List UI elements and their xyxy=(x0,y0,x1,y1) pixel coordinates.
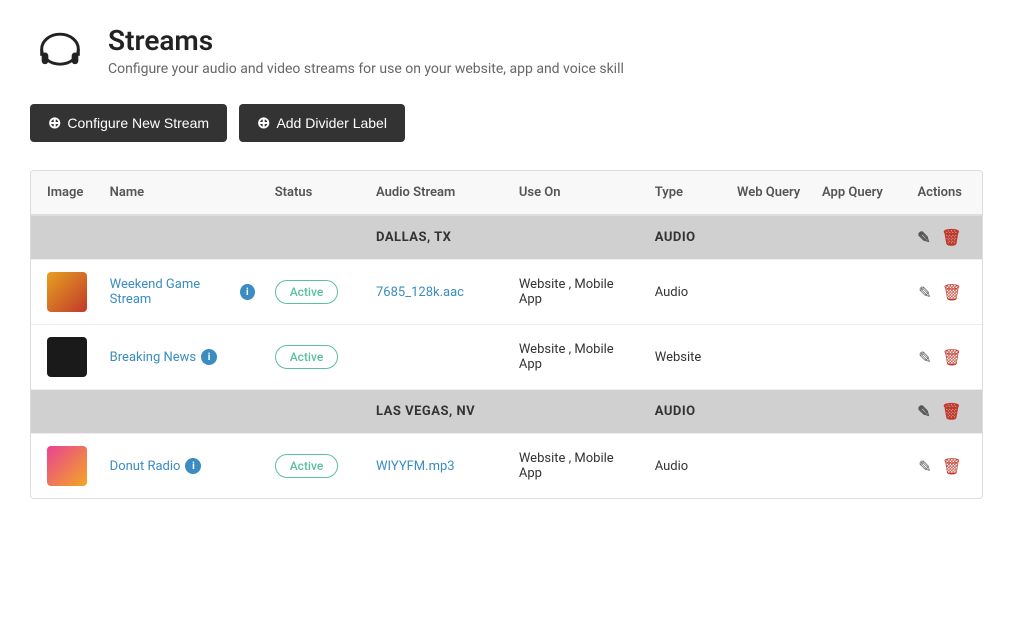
stream-type-cell: Website xyxy=(645,325,727,390)
stream-edit-icon[interactable]: ✎ xyxy=(918,283,931,302)
col-header-image: Image xyxy=(31,171,100,215)
stream-name-link[interactable]: Breaking News i xyxy=(110,349,255,365)
stream-delete-icon[interactable]: 🗑 xyxy=(942,457,962,476)
audio-stream-link[interactable]: WIYYFM.mp3 xyxy=(376,459,455,474)
stream-delete-icon[interactable]: 🗑 xyxy=(942,283,962,302)
stream-name-link[interactable]: Weekend Game Stream i xyxy=(110,277,255,307)
stream-thumbnail-cell xyxy=(31,325,100,390)
table-row: Breaking News i Active Website , Mobile … xyxy=(31,325,982,390)
streams-table: Image Name Status Audio Stream Use On Ty… xyxy=(31,171,982,498)
group-empty xyxy=(100,390,265,434)
col-header-useon: Use On xyxy=(509,171,645,215)
stream-appquery-cell xyxy=(812,260,897,325)
stream-useon-cell: Website , Mobile App xyxy=(509,325,645,390)
group-edit-icon[interactable]: ✎ xyxy=(917,402,931,421)
stream-audio-cell xyxy=(366,325,509,390)
stream-useon-cell: Website , Mobile App xyxy=(509,434,645,499)
group-empty xyxy=(727,215,812,260)
stream-actions-cell: ✎ 🗑 xyxy=(897,434,982,499)
status-badge: Active xyxy=(275,345,339,369)
streams-icon xyxy=(30,20,90,80)
stream-edit-icon[interactable]: ✎ xyxy=(918,457,931,476)
group-actions: ✎ 🗑 xyxy=(897,215,982,260)
header-text: Streams Configure your audio and video s… xyxy=(108,24,624,77)
group-row: LAS VEGAS, NV Audio ✎ 🗑 xyxy=(31,390,982,434)
group-edit-icon[interactable]: ✎ xyxy=(917,228,931,247)
configure-stream-button[interactable]: ⊕ Configure New Stream xyxy=(30,104,227,142)
audio-stream-link[interactable]: 7685_128k.aac xyxy=(376,285,464,300)
table-header-row: Image Name Status Audio Stream Use On Ty… xyxy=(31,171,982,215)
stream-thumbnail xyxy=(47,337,87,377)
group-empty xyxy=(509,215,645,260)
group-empty xyxy=(509,390,645,434)
stream-edit-icon[interactable]: ✎ xyxy=(918,348,931,367)
plus-circle-icon: ⊕ xyxy=(257,113,270,133)
col-header-audio: Audio Stream xyxy=(366,171,509,215)
group-label: LAS VEGAS, NV xyxy=(366,390,509,434)
info-icon[interactable]: i xyxy=(201,349,217,365)
stream-appquery-cell xyxy=(812,434,897,499)
stream-thumbnail xyxy=(47,446,87,486)
stream-webquery-cell xyxy=(727,434,812,499)
col-header-name: Name xyxy=(100,171,265,215)
col-header-actions: Actions xyxy=(897,171,982,215)
col-header-type: Type xyxy=(645,171,727,215)
stream-webquery-cell xyxy=(727,260,812,325)
stream-actions-cell: ✎ 🗑 xyxy=(897,260,982,325)
stream-useon-cell: Website , Mobile App xyxy=(509,260,645,325)
group-type: Audio xyxy=(645,390,727,434)
table-row: Donut Radio i Active WIYYFM.mp3 Website … xyxy=(31,434,982,499)
stream-name-cell: Breaking News i xyxy=(100,325,265,390)
stream-thumbnail-cell xyxy=(31,434,100,499)
col-header-webquery: Web Query xyxy=(727,171,812,215)
stream-thumbnail-cell xyxy=(31,260,100,325)
actions-bar: ⊕ Configure New Stream ⊕ Add Divider Lab… xyxy=(30,104,983,142)
stream-name-cell: Donut Radio i xyxy=(100,434,265,499)
stream-status-cell: Active xyxy=(265,434,366,499)
group-empty xyxy=(265,390,366,434)
page-header: Streams Configure your audio and video s… xyxy=(30,20,983,80)
stream-name-link[interactable]: Donut Radio i xyxy=(110,458,255,474)
stream-webquery-cell xyxy=(727,325,812,390)
group-empty xyxy=(812,215,897,260)
status-badge: Active xyxy=(275,280,339,304)
stream-status-cell: Active xyxy=(265,325,366,390)
stream-actions-cell: ✎ 🗑 xyxy=(897,325,982,390)
stream-audio-cell: 7685_128k.aac xyxy=(366,260,509,325)
group-empty xyxy=(727,390,812,434)
group-actions: ✎ 🗑 xyxy=(897,390,982,434)
group-row: DALLAS, TX Audio ✎ 🗑 xyxy=(31,215,982,260)
col-header-status: Status xyxy=(265,171,366,215)
stream-status-cell: Active xyxy=(265,260,366,325)
info-icon[interactable]: i xyxy=(185,458,201,474)
streams-table-container: Image Name Status Audio Stream Use On Ty… xyxy=(30,170,983,499)
page-title: Streams xyxy=(108,24,624,57)
group-empty xyxy=(265,215,366,260)
group-empty xyxy=(31,390,100,434)
stream-name-cell: Weekend Game Stream i xyxy=(100,260,265,325)
table-row: Weekend Game Stream i Active 7685_128k.a… xyxy=(31,260,982,325)
col-header-appquery: App Query xyxy=(812,171,897,215)
group-delete-icon[interactable]: 🗑 xyxy=(941,228,962,247)
stream-thumbnail xyxy=(47,272,87,312)
group-empty xyxy=(100,215,265,260)
stream-appquery-cell xyxy=(812,325,897,390)
stream-type-cell: Audio xyxy=(645,434,727,499)
stream-delete-icon[interactable]: 🗑 xyxy=(942,348,962,367)
info-icon[interactable]: i xyxy=(240,284,255,300)
group-label: DALLAS, TX xyxy=(366,215,509,260)
group-empty xyxy=(812,390,897,434)
group-empty xyxy=(31,215,100,260)
stream-type-cell: Audio xyxy=(645,260,727,325)
page-subtitle: Configure your audio and video streams f… xyxy=(108,61,624,77)
group-delete-icon[interactable]: 🗑 xyxy=(941,402,962,421)
stream-audio-cell: WIYYFM.mp3 xyxy=(366,434,509,499)
status-badge: Active xyxy=(275,454,339,478)
plus-icon: ⊕ xyxy=(48,113,61,133)
group-type: Audio xyxy=(645,215,727,260)
add-divider-button[interactable]: ⊕ Add Divider Label xyxy=(239,104,405,142)
